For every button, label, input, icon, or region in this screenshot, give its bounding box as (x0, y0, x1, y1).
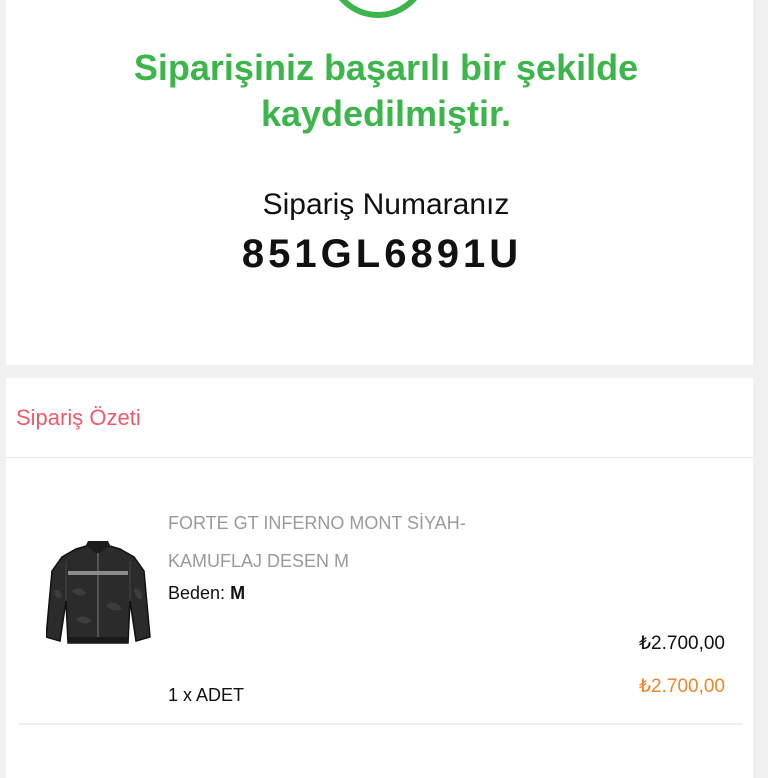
jacket-product-image (46, 541, 151, 644)
success-message: Siparişiniz başarılı bir şekilde kaydedi… (133, 47, 639, 134)
item-divider (18, 723, 743, 725)
product-name: FORTE GT INFERNO MONT SİYAH-KAMUFLAJ DES… (168, 513, 466, 571)
order-number: 851GL6891U (241, 232, 523, 276)
product-size: Beden: M (168, 580, 245, 606)
order-number-label: Sipariş Numaranız (262, 188, 510, 221)
order-summary-card: Sipariş Özeti FORTE GT INFERNO MONT SİYA… (6, 378, 753, 778)
price-final: ₺2.700,00 (638, 676, 725, 697)
size-label: Beden: (168, 583, 226, 603)
summary-divider (6, 457, 753, 458)
product-quantity: 1 x ADET (168, 685, 245, 705)
order-confirmation-card: Siparişiniz başarılı bir şekilde kaydedi… (6, 0, 753, 365)
size-value: M (230, 583, 246, 603)
price-original: ₺2.700,00 (638, 633, 725, 654)
order-summary-title: Sipariş Özeti (16, 405, 141, 430)
check-circle-icon (327, 0, 429, 18)
